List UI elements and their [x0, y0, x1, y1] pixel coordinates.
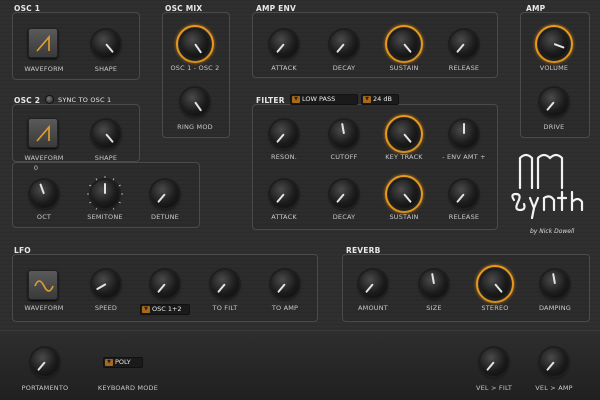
ampenv-title: AMP ENV [256, 4, 296, 13]
lfo-tofilt-knob[interactable] [211, 270, 239, 298]
filter-slope-dropdown[interactable]: ▼ 24 dB [361, 94, 399, 105]
filter-sustain-knob[interactable] [390, 180, 418, 208]
osc1-title: OSC 1 [14, 4, 41, 13]
reverb-damping-knob[interactable] [541, 270, 569, 298]
lfo-toamp-knob[interactable] [271, 270, 299, 298]
ringmod-label: RING MOD [177, 123, 213, 131]
osc2-shape-knob[interactable] [92, 120, 120, 148]
lfo-speed-label: SPEED [94, 304, 118, 312]
vel-filt-knob[interactable] [480, 348, 508, 376]
sync-toggle[interactable] [45, 95, 54, 104]
portamento-label: PORTAMENTO [21, 384, 69, 392]
ampenv-release-label: RELEASE [448, 64, 480, 72]
semitone-knob[interactable] [91, 180, 119, 208]
sawtooth-wave-icon [36, 124, 50, 142]
detune-label: DETUNE [150, 213, 179, 221]
filter-cutoff-knob[interactable] [330, 120, 358, 148]
ampenv-release-knob[interactable] [450, 30, 478, 58]
detune-knob[interactable] [151, 180, 179, 208]
filter-keytrack-knob[interactable] [390, 120, 418, 148]
oscmix-mix-label: OSC 1 - OSC 2 [170, 64, 220, 72]
reverb-stereo-knob[interactable] [481, 270, 509, 298]
filter-release-knob[interactable] [450, 180, 478, 208]
lfo-waveform-button[interactable] [28, 270, 58, 300]
osc2-waveform-button[interactable] [28, 118, 58, 148]
sync-label: SYNC TO OSC 1 [58, 96, 112, 104]
lfo-speed-knob[interactable] [92, 270, 120, 298]
ampenv-decay-knob[interactable] [330, 30, 358, 58]
oct-value: 0 [33, 164, 39, 172]
reverb-damping-label: DAMPING [538, 304, 572, 312]
keyboard-mode-label: KEYBOARD MODE [97, 384, 159, 392]
filter-envamt-knob[interactable] [450, 120, 478, 148]
osc1-shape-label: SHAPE [94, 65, 118, 73]
osc1-waveform-button[interactable] [28, 28, 58, 58]
lfo-dest-value: OSC 1+2 [152, 305, 182, 313]
portamento-knob[interactable] [31, 348, 59, 376]
amsynth-logo [511, 153, 584, 220]
ringmod-knob[interactable] [181, 88, 209, 116]
keyboard-mode-value: POLY [115, 358, 131, 366]
keyboard-mode-dropdown[interactable]: ▼ POLY [103, 357, 143, 368]
lfo-dest-knob[interactable] [151, 270, 179, 298]
filter-title: FILTER [256, 96, 285, 105]
dropdown-arrow-icon: ▼ [363, 96, 371, 103]
ampenv-attack-knob[interactable] [270, 30, 298, 58]
reverb-size-knob[interactable] [420, 270, 448, 298]
reverb-amount-knob[interactable] [359, 270, 387, 298]
volume-knob[interactable] [540, 30, 568, 58]
vel-amp-knob[interactable] [540, 348, 568, 376]
volume-label: VOLUME [539, 64, 569, 72]
dropdown-arrow-icon: ▼ [142, 306, 150, 313]
lfo-dest-dropdown[interactable]: ▼ OSC 1+2 [140, 304, 190, 315]
reverb-title: REVERB [346, 246, 381, 255]
sawtooth-wave-icon [36, 34, 50, 52]
drive-knob[interactable] [540, 88, 568, 116]
drive-label: DRIVE [543, 123, 565, 131]
sine-wave-icon [34, 280, 54, 292]
filter-type-value: LOW PASS [302, 95, 336, 103]
filter-decay-knob[interactable] [330, 180, 358, 208]
logo-credit: by Nick Dowell [530, 228, 575, 235]
filter-reson-knob[interactable] [270, 120, 298, 148]
osc1-shape-knob[interactable] [92, 30, 120, 58]
osc2-shape-label: SHAPE [94, 154, 118, 162]
filter-attack-knob[interactable] [270, 180, 298, 208]
amp-title: AMP [526, 4, 546, 13]
vel-amp-label: VEL > AMP [535, 384, 573, 392]
dropdown-arrow-icon: ▼ [292, 96, 300, 103]
oct-knob[interactable] [30, 180, 58, 208]
filter-type-dropdown[interactable]: ▼ LOW PASS [290, 94, 358, 105]
synth-panel: OSC 1 WAVEFORM SHAPE OSC MIX OSC 1 - OSC… [0, 0, 600, 400]
osc2-title: OSC 2 [14, 96, 41, 105]
filter-release-label: RELEASE [448, 213, 480, 221]
filter-slope-value: 24 dB [373, 95, 392, 103]
ampenv-sustain-knob[interactable] [390, 30, 418, 58]
oscmix-mix-knob[interactable] [181, 30, 209, 58]
oscmix-title: OSC MIX [165, 4, 203, 13]
lfo-toamp-label: TO AMP [271, 304, 299, 312]
lfo-title: LFO [14, 246, 31, 255]
dropdown-arrow-icon: ▼ [105, 359, 113, 366]
filter-envamt-label: - ENV AMT + [442, 153, 486, 161]
